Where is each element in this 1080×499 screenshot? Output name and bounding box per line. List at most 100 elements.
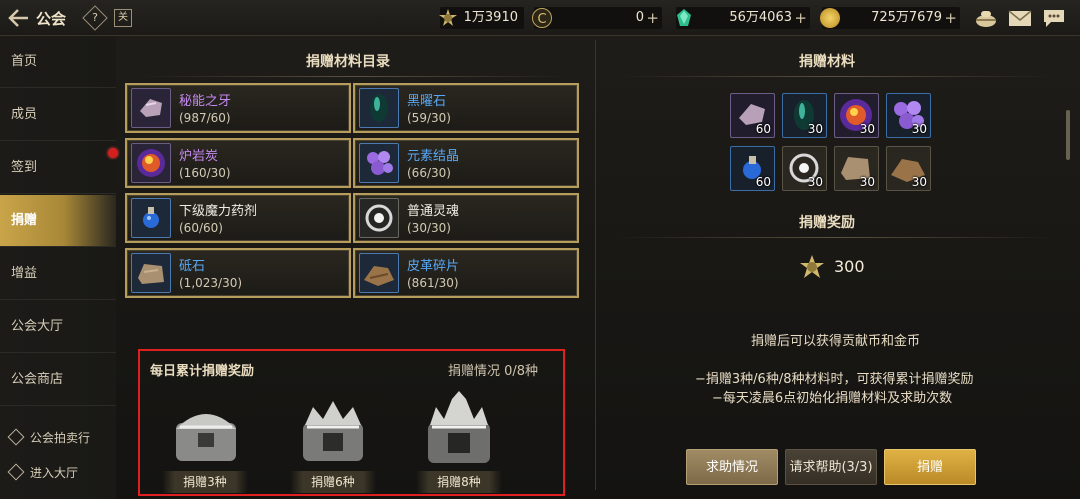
obsidian-icon <box>359 88 399 128</box>
request-help-button[interactable]: 请求帮助(3/3) <box>785 449 877 485</box>
sidebar-item-home[interactable]: 首页 <box>0 36 116 88</box>
material-name: 下级魔力药剂 <box>179 204 258 219</box>
add-gem-button[interactable]: + <box>794 7 807 29</box>
material-name: 黑曜石 <box>407 94 447 109</box>
panel-divider <box>595 40 596 490</box>
svg-text:C: C <box>537 12 546 27</box>
leather-icon <box>359 253 399 293</box>
scrollbar[interactable] <box>1066 110 1070 160</box>
donate-slot[interactable]: 30 <box>886 93 931 138</box>
sidebar-item-guild-shop[interactable]: 公会商店 <box>0 354 116 406</box>
donate-reward-title: 捐赠奖励 <box>799 215 855 231</box>
c-coin-icon: C <box>532 8 552 28</box>
donate-button[interactable]: 捐赠 <box>884 449 976 485</box>
material-card[interactable]: 元素结晶 (66/30) <box>353 138 579 188</box>
chest-label: 捐赠6种 <box>290 471 376 493</box>
slot-count: 60 <box>755 122 771 136</box>
page-title: 公会 <box>36 10 67 28</box>
silver-chest-icon[interactable] <box>166 399 246 469</box>
donate-slot[interactable]: 60 <box>730 93 775 138</box>
donate-slot[interactable]: 30 <box>782 93 827 138</box>
gold-coin-icon <box>820 8 840 28</box>
chat-icon[interactable] <box>1042 8 1066 28</box>
help-icon[interactable]: ? <box>82 5 108 31</box>
green-gem-icon <box>674 8 694 28</box>
help-status-button[interactable]: 求助情况 <box>686 449 778 485</box>
fang-icon <box>131 88 171 128</box>
material-count: (861/30) <box>407 276 459 290</box>
treasure-bowl-icon[interactable] <box>974 8 998 28</box>
material-name: 炉岩炭 <box>179 149 219 164</box>
slot-count: 60 <box>755 175 771 189</box>
donate-slot[interactable]: 30 <box>834 93 879 138</box>
resource-gold: 725万7679 + <box>820 7 960 29</box>
sidebar-item-members[interactable]: 成员 <box>0 89 116 141</box>
donate-slot[interactable]: 30 <box>886 146 931 191</box>
material-count: (60/60) <box>179 221 223 235</box>
material-name: 皮革碎片 <box>407 259 460 274</box>
catalog-title: 捐赠材料目录 <box>306 54 390 70</box>
reward-value: 300 <box>834 257 865 276</box>
sidebar-item-donate[interactable]: 捐赠 <box>0 195 116 247</box>
slot-count: 30 <box>807 175 823 189</box>
diamond-icon <box>7 428 25 446</box>
daily-reward-panel: 每日累计捐赠奖励 捐赠情况 0/8种 捐赠3种 捐赠6种 捐赠8种 <box>138 349 565 496</box>
guild-info-icon[interactable]: 关 <box>114 9 132 27</box>
material-name: 砥石 <box>179 259 206 274</box>
donate-slot[interactable]: 60 <box>730 146 775 191</box>
help-glyph: ? <box>92 11 98 24</box>
material-card[interactable]: 皮革碎片 (861/30) <box>353 248 579 298</box>
chest-label: 捐赠3种 <box>162 471 248 493</box>
resource-value: 56万4063 <box>729 10 792 25</box>
sidebar-item-buffs[interactable]: 增益 <box>0 248 116 300</box>
add-gold-button[interactable]: + <box>944 7 957 29</box>
slot-count: 30 <box>911 175 927 189</box>
sidebar-item-checkin[interactable]: 签到 <box>0 142 116 194</box>
resource-value: 0 <box>635 10 644 25</box>
guild-screen: 公会 ? 关 1万3910 C 0 + 56万4063 + 725万7679 +… <box>0 0 1080 499</box>
top-bar: 公会 ? 关 1万3910 C 0 + 56万4063 + 725万7679 + <box>0 0 1080 36</box>
divider <box>615 76 1055 77</box>
material-card[interactable]: 砥石 (1,023/30) <box>125 248 351 298</box>
divider <box>140 76 570 77</box>
material-count: (1,023/30) <box>179 276 243 290</box>
notification-dot <box>108 148 118 158</box>
crown-chest-icon[interactable] <box>293 393 373 463</box>
donate-slot[interactable]: 30 <box>834 146 879 191</box>
slot-count: 30 <box>807 122 823 136</box>
mail-icon[interactable] <box>1008 8 1032 28</box>
enter-hall-link[interactable]: 进入大厅 <box>7 462 79 484</box>
auction-house-label: 公会拍卖行 <box>30 431 91 445</box>
resource-gem: 56万4063 + <box>676 7 810 29</box>
resource-contribution: 1万3910 <box>439 7 524 29</box>
resource-c-coin: C 0 + <box>532 7 662 29</box>
donation-status: 捐赠情况 0/8种 <box>448 364 539 379</box>
material-card[interactable]: 普通灵魂 (30/30) <box>353 193 579 243</box>
crystal-cluster-icon <box>359 143 399 183</box>
material-card[interactable]: 下级魔力药剂 (60/60) <box>125 193 351 243</box>
potion-icon <box>131 198 171 238</box>
resource-value: 1万3910 <box>463 10 518 25</box>
soul-icon <box>359 198 399 238</box>
enter-hall-label: 进入大厅 <box>30 466 79 480</box>
diamond-icon <box>7 463 25 481</box>
lava-orb-icon <box>131 143 171 183</box>
material-card[interactable]: 黑曜石 (59/30) <box>353 83 579 133</box>
add-c-coin-button[interactable]: + <box>646 7 659 29</box>
sidebar: 首页 成员 签到 捐赠 增益 公会大厅 公会商店 公会拍卖行 进入大厅 <box>0 36 116 499</box>
info-text: 捐赠后可以获得贡献币和金币 <box>751 334 921 349</box>
sidebar-item-guild-hall[interactable]: 公会大厅 <box>0 301 116 353</box>
material-card[interactable]: 炉岩炭 (160/30) <box>125 138 351 188</box>
auction-house-link[interactable]: 公会拍卖行 <box>7 427 91 449</box>
spiked-chest-icon[interactable] <box>418 389 498 463</box>
back-arrow-icon[interactable] <box>6 7 30 29</box>
material-count: (59/30) <box>407 111 451 125</box>
material-name: 秘能之牙 <box>179 94 232 109</box>
slot-count: 30 <box>859 175 875 189</box>
material-name: 普通灵魂 <box>407 204 460 219</box>
material-card[interactable]: 秘能之牙 (987/60) <box>125 83 351 133</box>
donate-materials-title: 捐赠材料 <box>799 54 855 70</box>
material-count: (30/30) <box>407 221 451 235</box>
slot-count: 30 <box>911 122 927 136</box>
donate-slot[interactable]: 30 <box>782 146 827 191</box>
